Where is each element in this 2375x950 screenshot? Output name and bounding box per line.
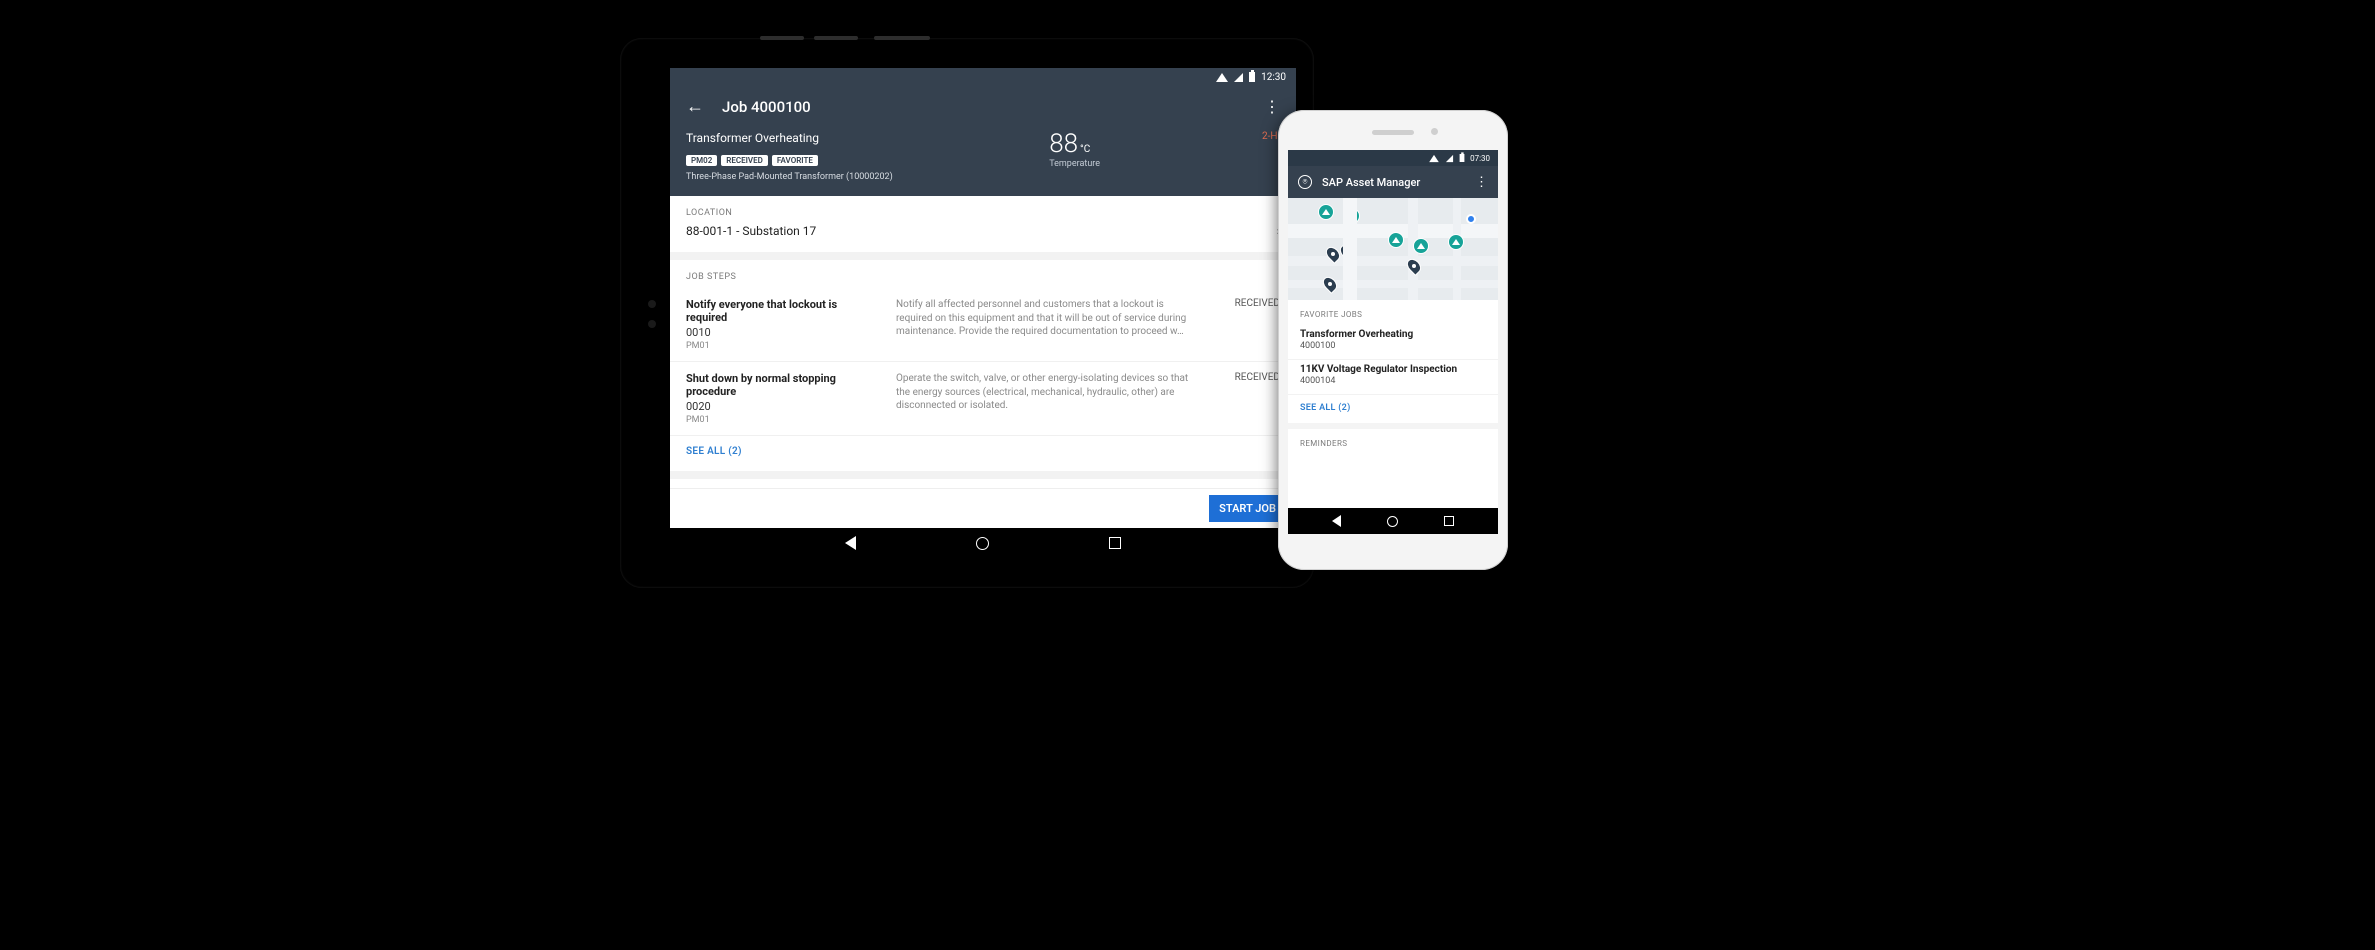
map-pin-asset-icon[interactable] (1318, 204, 1334, 220)
jobsteps-section: JOB STEPS Notify everyone that lockout i… (670, 260, 1296, 479)
location-text: 88-001-1 - Substation 17 (686, 224, 816, 238)
cell-signal-icon (1234, 73, 1243, 82)
job-id: 4000100 (1300, 341, 1486, 351)
step-code: PM01 (686, 415, 876, 425)
tag: PM02 (686, 155, 717, 166)
job-step-row[interactable]: Shut down by normal stopping procedure 0… (670, 362, 1296, 436)
nav-back-icon[interactable] (1332, 515, 1341, 527)
map-pin-asset-icon[interactable] (1448, 234, 1464, 250)
android-nav-bar (1288, 508, 1498, 534)
phone-speaker (1372, 130, 1414, 135)
wifi-icon (1429, 154, 1439, 161)
wifi-icon (1216, 73, 1228, 82)
phone-camera (1431, 128, 1438, 135)
job-title: Transformer Overheating (1300, 329, 1486, 340)
list-item[interactable]: Transformer Overheating 4000100 (1288, 325, 1498, 360)
see-all-link[interactable]: SEE ALL (2) (1288, 395, 1498, 423)
map-pin-asset-icon[interactable] (1344, 208, 1360, 224)
nav-home-icon[interactable] (1387, 516, 1398, 527)
tablet-screen: 12:30 ← Job 4000100 ⋮ Transformer Overhe… (670, 68, 1296, 558)
step-code: PM01 (686, 341, 876, 351)
map-pin-asset-icon[interactable] (1413, 238, 1429, 254)
tag-row: PM02 RECEIVED FAVORITE (686, 155, 1009, 166)
battery-icon (1249, 72, 1255, 82)
tablet-sensor (648, 320, 656, 328)
android-status-bar: 12:30 (670, 68, 1296, 86)
section-label-favorites: FAVORITE JOBS (1288, 300, 1498, 325)
nav-home-icon[interactable] (976, 537, 989, 550)
list-item[interactable]: 11KV Voltage Regulator Inspection 400010… (1288, 360, 1498, 395)
step-title: Notify everyone that lockout is required (686, 298, 876, 324)
battery-icon (1460, 154, 1465, 162)
overflow-menu-icon[interactable]: ⋮ (1475, 175, 1488, 190)
step-description: Operate the switch, valve, or other ener… (896, 372, 1198, 425)
current-location-dot-icon (1466, 214, 1476, 224)
see-all-link[interactable]: SEE ALL (2) (670, 436, 1296, 471)
tablet-hw-button (874, 36, 930, 40)
account-circle-icon[interactable]: ⍟ (1298, 175, 1312, 189)
map-pin-job-icon[interactable] (1408, 258, 1424, 274)
page-title: Job 4000100 (722, 98, 1246, 116)
page-title: SAP Asset Manager (1322, 176, 1465, 189)
step-status: RECEIVED (1218, 298, 1280, 351)
temperature-label: Temperature (1049, 159, 1200, 169)
nav-recent-icon[interactable] (1444, 516, 1454, 526)
step-status: RECEIVED (1218, 372, 1280, 425)
job-step-row[interactable]: Notify everyone that lockout is required… (670, 288, 1296, 362)
overflow-menu-icon[interactable]: ⋮ (1264, 97, 1280, 116)
app-header: ⍟ SAP Asset Manager ⋮ (1288, 166, 1498, 198)
section-label-jobsteps: JOB STEPS (670, 260, 1296, 288)
job-title: 11KV Voltage Regulator Inspection (1300, 364, 1486, 375)
android-nav-bar (670, 528, 1296, 558)
phone-device-frame: 07:30 ⍟ SAP Asset Manager ⋮ FAVORITE JOB… (1278, 110, 1508, 570)
tablet-hw-button (760, 36, 804, 40)
app-header: ← Job 4000100 ⋮ Transformer Overheating … (670, 86, 1296, 196)
map-pin-job-icon[interactable] (1341, 244, 1357, 260)
tablet-camera (648, 300, 656, 308)
issue-title: Transformer Overheating (686, 131, 1009, 145)
location-section: LOCATION 88-001-1 - Substation 17 › (670, 196, 1296, 260)
start-job-button[interactable]: START JOB (1209, 495, 1286, 522)
back-arrow-icon[interactable]: ← (686, 96, 704, 117)
favorite-jobs-section: FAVORITE JOBS Transformer Overheating 40… (1288, 300, 1498, 423)
asset-line: Three-Phase Pad-Mounted Transformer (100… (686, 172, 1009, 182)
tag: FAVORITE (772, 155, 818, 166)
map-pin-asset-icon[interactable] (1388, 232, 1404, 248)
step-description: Notify all affected personnel and custom… (896, 298, 1198, 351)
tag: RECEIVED (721, 155, 768, 166)
section-label-assets: ASSETS (670, 479, 1296, 488)
step-title: Shut down by normal stopping procedure (686, 372, 876, 398)
android-status-bar: 07:30 (1288, 150, 1498, 166)
tablet-device-frame: 12:30 ← Job 4000100 ⋮ Transformer Overhe… (620, 38, 1314, 588)
footer-bar: START JOB (670, 488, 1296, 528)
temperature-value: 88 (1049, 129, 1078, 159)
nav-back-icon[interactable] (845, 536, 856, 550)
section-label-reminders: REMINDERS (1288, 429, 1498, 454)
location-row[interactable]: 88-001-1 - Substation 17 › (670, 224, 1296, 252)
phone-screen: 07:30 ⍟ SAP Asset Manager ⋮ FAVORITE JOB… (1288, 150, 1498, 534)
status-time: 07:30 (1470, 154, 1490, 163)
tablet-hw-button (814, 36, 858, 40)
temperature-unit: °C (1080, 144, 1090, 155)
map-view[interactable] (1288, 198, 1498, 300)
map-pin-job-icon[interactable] (1324, 276, 1340, 292)
section-label-location: LOCATION (670, 196, 1296, 224)
assets-section: ASSETS (670, 479, 1296, 488)
reminders-section: REMINDERS (1288, 429, 1498, 454)
content-area: LOCATION 88-001-1 - Substation 17 › JOB … (670, 196, 1296, 488)
status-time: 12:30 (1261, 72, 1286, 83)
step-number: 0020 (686, 400, 876, 413)
job-id: 4000104 (1300, 376, 1486, 386)
cell-signal-icon (1446, 154, 1453, 161)
step-number: 0010 (686, 326, 876, 339)
nav-recent-icon[interactable] (1109, 537, 1121, 549)
